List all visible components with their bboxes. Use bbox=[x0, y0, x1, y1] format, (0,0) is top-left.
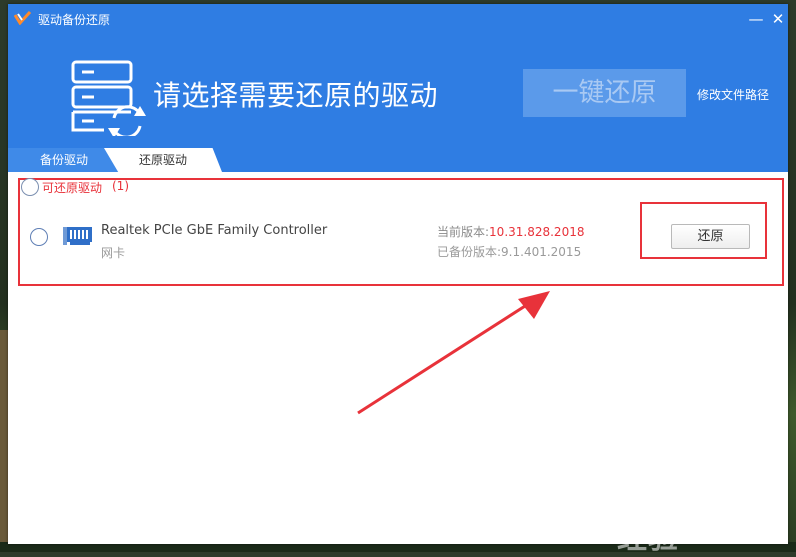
current-version-value: 10.31.828.2018 bbox=[489, 225, 585, 239]
group-label: 可还原驱动 bbox=[42, 181, 103, 195]
tab-bar: 备份驱动 还原驱动 bbox=[8, 148, 788, 172]
close-button[interactable]: ✕ bbox=[768, 9, 788, 29]
annotation-arrow bbox=[357, 291, 550, 415]
change-path-link[interactable]: 修改文件路径 bbox=[697, 86, 769, 103]
driver-name: Realtek PCIe GbE Family Controller bbox=[101, 223, 328, 238]
backup-version: 已备份版本:9.1.401.2015 bbox=[437, 245, 582, 259]
current-version-label: 当前版本: bbox=[437, 225, 490, 239]
baidu-watermark: Bai du 经验 jingyan.baidu.com bbox=[605, 458, 755, 556]
minimize-button[interactable]: — bbox=[746, 9, 766, 29]
driver-select-radio[interactable] bbox=[30, 228, 48, 246]
onekey-restore-button[interactable]: 一键还原 bbox=[523, 69, 686, 117]
server-restore-icon bbox=[71, 60, 146, 136]
network-card-icon bbox=[63, 227, 92, 245]
tab-restore[interactable]: 还原驱动 bbox=[104, 148, 222, 172]
header-banner: 驱动备份还原 — ✕ 请选择需要还原的驱动 一键还原 修改文件路径 备份驱动 还… bbox=[8, 4, 788, 172]
watermark-url: jingyan.baidu.com bbox=[633, 514, 735, 527]
page-headline: 请选择需要还原的驱动 bbox=[153, 79, 439, 112]
current-version: 当前版本:10.31.828.2018 bbox=[437, 223, 584, 240]
tab-backup[interactable]: 备份驱动 bbox=[8, 148, 120, 172]
restore-button[interactable]: 还原 bbox=[671, 224, 750, 249]
window-title: 驱动备份还原 bbox=[38, 13, 111, 27]
group-select-radio[interactable] bbox=[21, 178, 39, 196]
group-count: (1) bbox=[112, 179, 129, 193]
title-bar[interactable]: 驱动备份还原 — ✕ bbox=[8, 4, 788, 34]
app-logo-icon bbox=[14, 11, 32, 25]
driver-type: 网卡 bbox=[101, 246, 126, 260]
